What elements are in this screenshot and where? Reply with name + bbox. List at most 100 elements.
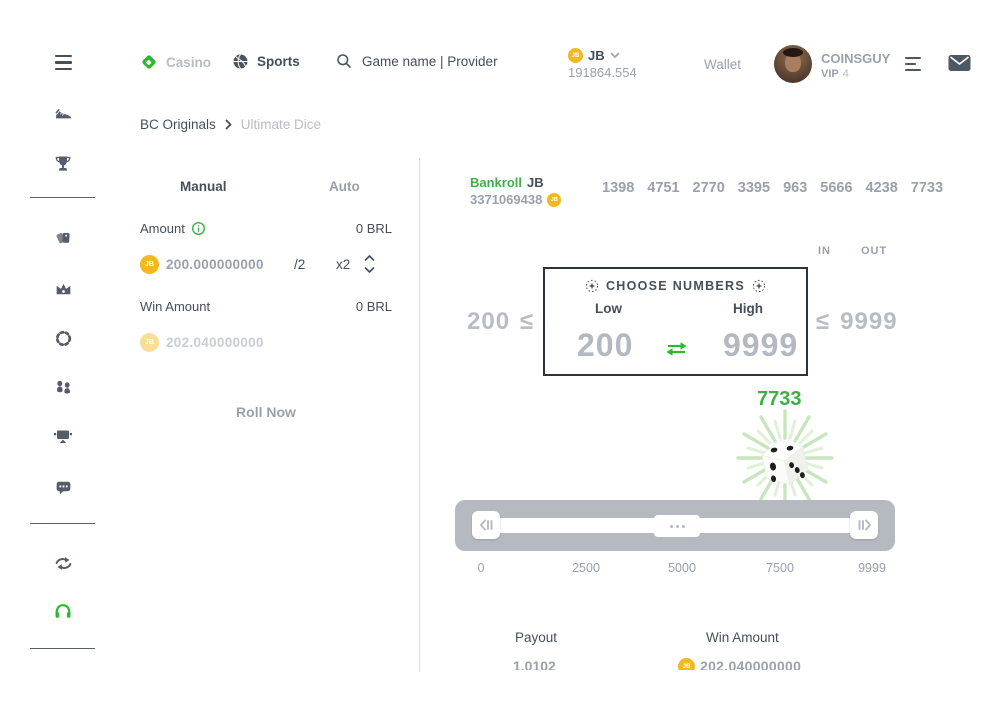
bankroll-label: Bankroll (470, 175, 522, 190)
two-people-icon (54, 377, 73, 396)
range-min-display: 200 ≤ (467, 308, 534, 336)
nav-sports[interactable]: Sports (232, 53, 300, 70)
amount-fiat-value: 0 BRL (356, 221, 392, 236)
bet-list-icon[interactable] (905, 57, 921, 71)
win-amount-label: Win Amount (140, 299, 210, 314)
bankroll-currency: JB (527, 175, 544, 190)
in-label: IN (818, 245, 831, 257)
jb-coin-icon: JB (547, 193, 561, 207)
sidebar-item-bonus[interactable] (52, 327, 74, 349)
casino-diamond-icon (140, 53, 158, 71)
trophy-icon (54, 154, 72, 174)
history-roll[interactable]: 963 (783, 180, 807, 196)
dice-icon (733, 406, 837, 510)
vip-label: VIP (821, 68, 839, 80)
range-max-value: 9999 (840, 308, 897, 336)
history-roll[interactable]: 3395 (738, 180, 770, 196)
breadcrumb-current: Ultimate Dice (241, 117, 321, 132)
payout-win-amount-value: 202.040000000 (700, 658, 801, 670)
half-bet-label: /2 (294, 257, 305, 272)
swap-low-high-icon[interactable] (665, 341, 688, 357)
info-icon[interactable] (191, 221, 206, 236)
in-toggle[interactable]: IN (818, 245, 831, 257)
history-roll[interactable]: 4238 (866, 180, 898, 196)
win-fiat-value: 0 BRL (356, 299, 392, 314)
monitor-icon (53, 428, 73, 446)
slider-middle-handle[interactable] (654, 515, 700, 537)
history-roll[interactable]: 7733 (911, 180, 943, 196)
sidebar-item-trophy[interactable] (52, 153, 74, 175)
chevron-down-icon (610, 52, 620, 59)
slider-handle-low[interactable] (472, 511, 500, 539)
jb-coin-icon-faded: JB (140, 333, 159, 352)
out-toggle[interactable]: OUT (861, 245, 887, 257)
tab-auto[interactable]: Auto (329, 179, 360, 194)
payout-win-section: Payout Win Amount 1.0102 JB 202.04000000… (420, 628, 1000, 670)
double-bet-button[interactable]: x2 (336, 257, 350, 272)
sidebar-item-affiliate[interactable] (52, 426, 74, 448)
history-roll[interactable]: 1398 (602, 180, 634, 196)
roll-now-button[interactable]: Roll Now (140, 404, 392, 420)
range-max-display: ≤ 9999 (816, 308, 898, 336)
high-value-input[interactable]: 9999 (723, 327, 798, 364)
profile-info[interactable]: COINSGUY VIP 4 (821, 51, 890, 80)
stepper-chevrons-icon (363, 252, 376, 276)
star-decoration-icon (752, 279, 766, 293)
avatar[interactable] (774, 45, 812, 83)
wallet-label: Wallet (704, 57, 741, 72)
low-label: Low (595, 301, 622, 316)
wallet-button[interactable]: Wallet (704, 57, 741, 72)
sidebar-item-support[interactable] (52, 600, 74, 622)
hamburger-menu-icon[interactable] (55, 55, 72, 70)
tags-icon (54, 228, 73, 247)
history-roll[interactable]: 5666 (820, 180, 852, 196)
range-slider[interactable] (455, 500, 895, 551)
tick-label: 9999 (858, 561, 886, 575)
low-value-input[interactable]: 200 (577, 327, 633, 364)
sidebar-divider (30, 648, 95, 649)
chat-bubble-icon (54, 478, 73, 497)
sidebar-item-sneaker[interactable] (52, 101, 74, 123)
bankroll-value: 3371069438 (470, 192, 542, 207)
handle-low-glyph-icon (479, 518, 494, 532)
breadcrumb-chevron-icon (225, 119, 232, 130)
sidebar-item-chat[interactable] (52, 476, 74, 498)
dotted-ring-icon (54, 329, 73, 348)
lte-symbol: ≤ (520, 308, 534, 336)
sidebar-divider (30, 197, 95, 198)
amount-input[interactable]: JB 200.000000000 (140, 255, 264, 274)
breadcrumb: BC Originals Ultimate Dice (140, 117, 321, 132)
amount-label: Amount (140, 221, 185, 236)
balance-selector[interactable]: JB JB 191864.554 (568, 48, 637, 80)
balance-currency-label: JB (588, 48, 605, 63)
sidebar-item-promotions[interactable] (52, 226, 74, 248)
half-bet-button[interactable]: /2 (294, 257, 305, 272)
history-roll[interactable]: 4751 (647, 180, 679, 196)
roll-history: 1398 4751 2770 3395 963 5666 4238 7733 (602, 180, 943, 196)
amount-stepper[interactable] (363, 252, 376, 281)
jb-coin-icon: JB (568, 48, 583, 63)
history-roll[interactable]: 2770 (693, 180, 725, 196)
mail-icon[interactable] (948, 54, 971, 77)
range-min-value: 200 (467, 308, 510, 336)
choose-numbers-box: CHOOSE NUMBERS Low High 200 9999 (543, 267, 808, 376)
tab-manual[interactable]: Manual (180, 179, 227, 194)
swap-hands-icon (54, 555, 73, 572)
sidebar-item-swap[interactable] (52, 552, 74, 574)
breadcrumb-parent[interactable]: BC Originals (140, 117, 216, 132)
nav-casino[interactable]: Casino (140, 53, 211, 71)
slider-handle-high[interactable] (850, 511, 878, 539)
amount-value: 200.000000000 (166, 257, 264, 272)
payout-win-amount-label: Win Amount (706, 630, 779, 645)
payout-label: Payout (515, 630, 557, 645)
sidebar-divider (30, 523, 95, 524)
jb-coin-icon: JB (140, 255, 159, 274)
win-amount-display: JB 202.040000000 (140, 333, 264, 352)
sidebar-item-refer[interactable] (52, 375, 74, 397)
panel-divider (419, 158, 420, 672)
game-search-field[interactable]: Game name | Provider (336, 53, 498, 69)
sidebar-item-vip[interactable] (52, 277, 74, 299)
high-label: High (733, 301, 763, 316)
win-amount-value: 202.040000000 (166, 335, 264, 350)
lte-symbol: ≤ (816, 308, 830, 336)
